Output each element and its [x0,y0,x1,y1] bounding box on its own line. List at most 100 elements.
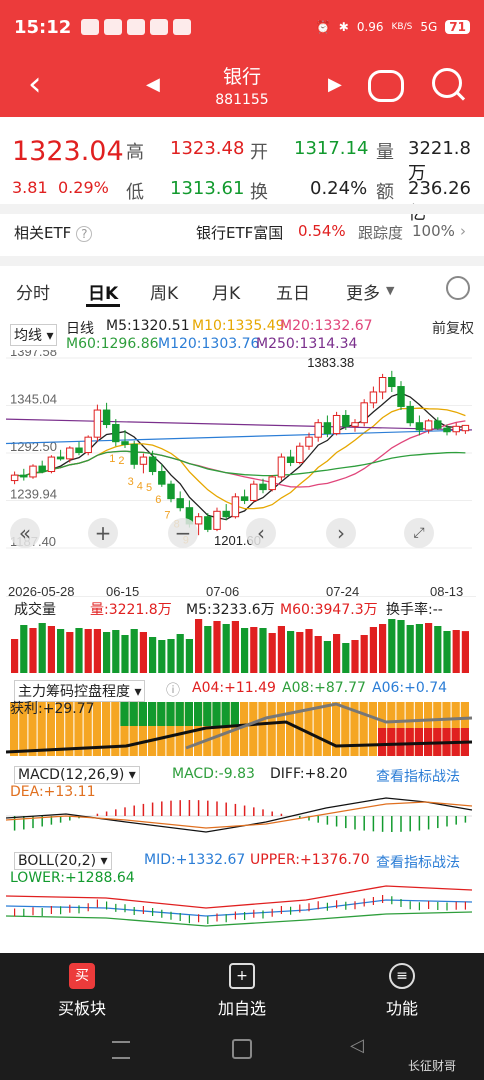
macd-selector[interactable]: MACD(12,26,9) ▾ [14,766,140,784]
help-icon[interactable]: ⓘ [166,680,180,700]
tab-five-day[interactable]: 五日 [276,279,310,304]
boll-selector[interactable]: BOLL(20,2) ▾ [14,852,112,870]
chip-bar-green [221,702,230,726]
candle-body [305,436,313,447]
tab-daily-k[interactable]: 日K [88,279,118,304]
related-etf-row[interactable]: 相关ETF ? 银行ETF富国 0.54% 跟踪度 100% › [14,222,474,246]
volume-pane[interactable]: 成交量 量:3221.8万 M5:3233.6万 M60:3947.3万 换手率… [6,596,476,675]
etf-name[interactable]: 银行ETF富国 [196,222,283,243]
candle-body [84,436,92,454]
fullscreen-icon[interactable]: ⤢ [404,518,434,548]
nine-turn-number: 5 [146,482,152,494]
candle-body [434,420,442,429]
volume-bar [369,627,377,673]
candle-body [397,386,405,407]
chip-bar-green [212,702,221,726]
ma-selector[interactable]: 均线 ▾ [10,324,58,346]
candle-body [231,496,240,518]
volume-bar [57,629,65,673]
volume-bar [176,634,184,673]
candle-body [369,391,378,404]
next-stock-icon[interactable]: ▶ [328,74,342,95]
volume-bar [149,637,157,673]
chip-bar-green [120,702,129,726]
scroll-right-icon[interactable]: › [326,518,356,548]
tab-intraday[interactable]: 分时 [16,279,50,304]
amount-value: 236.26亿 [408,178,471,224]
candle-body [167,483,175,500]
candle-body [443,427,451,433]
volume-bar [379,624,387,673]
volume-bar [75,628,83,673]
volume-bar [425,623,433,673]
kline-pane[interactable]: 均线 ▾ 日线 M5:1320.51 M10:1335.49 M20:1332.… [6,316,476,599]
candle-body [112,424,120,443]
functions-label: 功能 [385,999,418,1018]
macd-diff: DIFF:+8.20 [270,766,348,782]
chip-pane[interactable]: 主力筹码控盘程度 ▾ ⓘ A04:+11.49 A08:+87.77 A06:+… [6,678,476,758]
volume-bar [452,630,460,673]
candle-body [240,496,249,501]
nine-turn-number: 7 [164,509,170,521]
boll-strategy-link[interactable]: 查看指标战法 [376,852,460,872]
nav-bar: ‹ ◀ 银行 881155 ▶ [0,58,484,114]
add-watchlist-button[interactable]: + 加自选 [212,963,272,1019]
candle-body [222,510,230,518]
more-dropdown-icon[interactable]: ▼ [386,284,394,297]
boll-title: BOLL(20,2) [18,853,97,869]
tab-more[interactable]: 更多 [346,279,380,304]
quote-panel: 1323.04 3.81 0.29% 高 1323.48 开 1317.14 量… [0,130,484,224]
scroll-left-fast-icon[interactable]: « [10,518,40,548]
high-label: 高 [126,142,144,163]
adjust-label[interactable]: 前复权 [432,318,474,338]
page-title: 银行 [222,66,261,88]
buy-sector-button[interactable]: 买 买板块 [52,963,112,1019]
volume-bar [268,633,276,673]
volume-bar [84,629,92,673]
chip-bar-red [387,728,396,756]
candle-body [10,474,19,482]
functions-button[interactable]: ≡ 功能 [372,963,432,1019]
candle-body [342,414,350,427]
status-bar: 15:12 ⏰ ✱ 0.96 KB/S 5G 71 [14,14,470,40]
scroll-left-icon[interactable]: ‹ [246,518,276,548]
candlestick-chart[interactable]: 1397.581345.041292.501239.941187.401383.… [6,350,476,600]
tab-weekly-k[interactable]: 周K [150,279,178,304]
boll-pane[interactable]: BOLL(20,2) ▾ MID:+1332.67 UPPER:+1376.70… [6,850,476,936]
settings-gear-icon[interactable] [446,276,470,300]
chip-a04: A04:+11.49 [192,680,276,696]
search-icon[interactable] [432,68,462,98]
open-value: 1317.14 [294,138,369,159]
macd-pane[interactable]: MACD(12,26,9) ▾ MACD:-9.83 DIFF:+8.20 查看… [6,764,476,840]
chip-a06: A06:+0.74 [372,680,448,696]
chip-bar-green [148,702,157,726]
volume-bar [195,619,203,673]
y-axis-label: 1397.58 [10,350,57,359]
volume-bar [296,632,304,673]
chip-bar-red [405,728,414,756]
stock-code: 881155 [215,92,269,108]
chip-bar [322,702,331,756]
zoom-out-icon[interactable]: − [168,518,198,548]
low-label: 低 [126,182,144,203]
candle-body [268,476,276,491]
ma-selector-label: 均线 [14,328,42,344]
volume-title[interactable]: 成交量 [14,599,56,619]
zoom-in-icon[interactable]: + [88,518,118,548]
back-nav-icon[interactable]: ◁ [350,1035,364,1056]
tab-monthly-k[interactable]: 月K [212,279,240,304]
volume-bar [112,630,120,673]
assistant-robot-icon[interactable] [368,70,404,102]
candle-body [29,465,37,478]
volume-bar [397,620,405,673]
volume-bar [93,629,101,673]
candle-body [20,474,28,478]
candle-body [148,456,157,473]
recent-apps-icon[interactable] [112,1041,130,1059]
candle-body [259,483,267,491]
help-icon[interactable]: ? [76,226,93,242]
home-icon[interactable] [232,1039,252,1059]
chevron-right-icon[interactable]: › [460,222,466,240]
chip-profit: 获利:+29.77 [10,701,95,717]
macd-strategy-link[interactable]: 查看指标战法 [376,766,460,786]
